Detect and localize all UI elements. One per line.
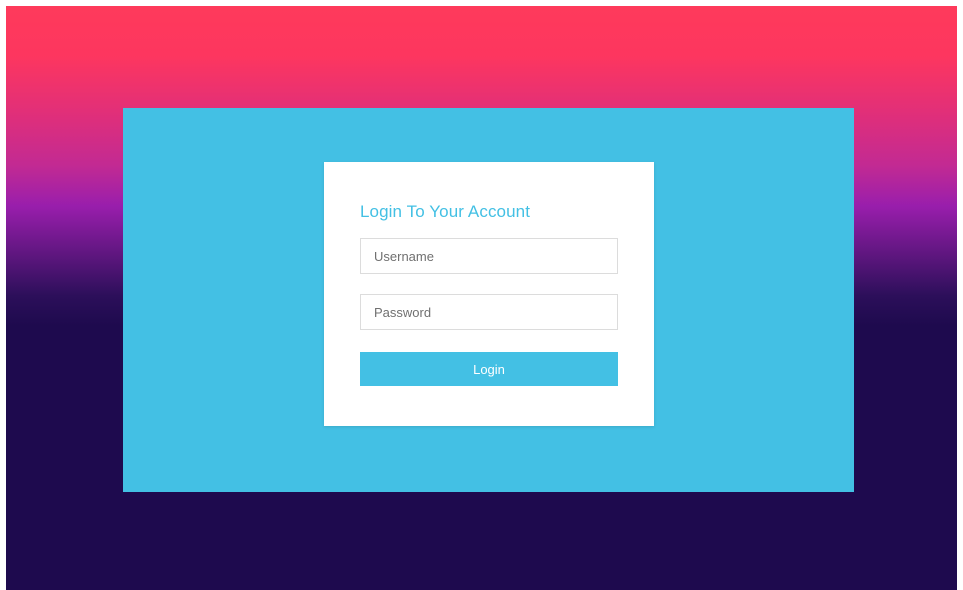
password-input[interactable] (360, 294, 618, 330)
page-background: Login To Your Account Login (6, 6, 957, 590)
username-input[interactable] (360, 238, 618, 274)
login-title: Login To Your Account (360, 202, 531, 221)
login-button[interactable]: Login (360, 352, 618, 386)
login-card: Login To Your Account Login (324, 162, 654, 426)
login-panel: Login To Your Account Login (123, 108, 854, 492)
